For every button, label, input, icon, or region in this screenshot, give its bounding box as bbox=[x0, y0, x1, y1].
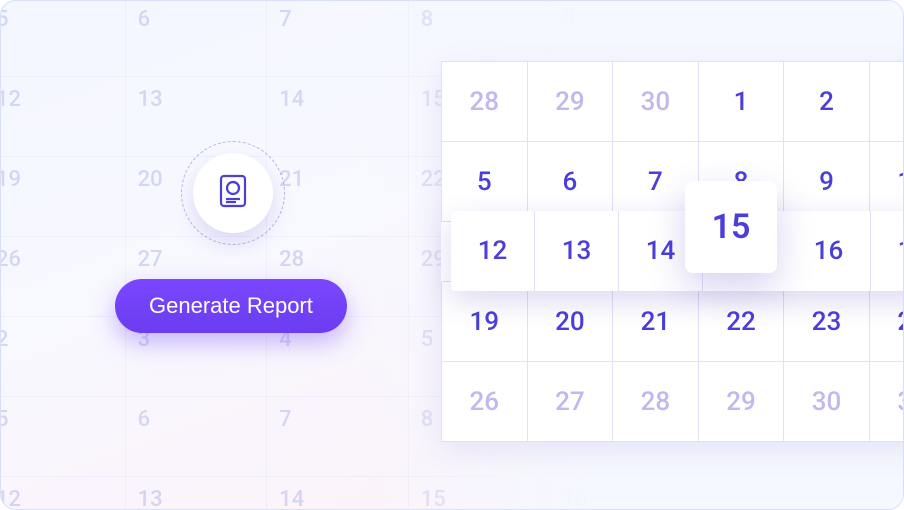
bg-calendar-cell: 13 bbox=[125, 477, 267, 510]
calendar-cell[interactable]: 20 bbox=[527, 282, 613, 362]
bg-calendar-cell: 5 bbox=[0, 397, 125, 477]
calendar-cell[interactable]: 9 bbox=[784, 142, 870, 222]
calendar-cell[interactable]: 21 bbox=[613, 282, 699, 362]
calendar-cell[interactable]: 17 bbox=[871, 211, 904, 291]
calendar-cell[interactable]: 29 bbox=[527, 62, 613, 142]
bg-calendar-cell: 18 bbox=[833, 477, 904, 510]
bg-calendar-cell: 2 bbox=[0, 317, 125, 397]
bg-calendar-cell: 7 bbox=[267, 397, 409, 477]
bg-calendar-cell: 16 bbox=[550, 477, 692, 510]
calendar-cell[interactable]: 2 bbox=[784, 62, 870, 142]
calendar-cell[interactable]: 29 bbox=[698, 362, 784, 442]
bg-calendar-cell: 17 bbox=[691, 477, 833, 510]
calendar-cell[interactable]: 16 bbox=[787, 211, 871, 291]
calendar-cell[interactable]: 28 bbox=[442, 62, 528, 142]
selected-date-value: 15 bbox=[712, 207, 751, 247]
icon-dashed-ring bbox=[181, 141, 285, 245]
calendar-cell[interactable]: 30 bbox=[784, 362, 870, 442]
calendar-cell[interactable]: 6 bbox=[527, 142, 613, 222]
selected-date-chip[interactable]: 15 bbox=[685, 181, 777, 273]
generate-report-label: Generate Report bbox=[149, 293, 313, 318]
calendar-cell[interactable]: 24 bbox=[869, 282, 904, 362]
bg-calendar-cell: 21 bbox=[267, 157, 409, 237]
calendar-cell[interactable]: 30 bbox=[613, 62, 699, 142]
selected-week-row[interactable]: 121314161718 bbox=[451, 211, 904, 291]
calendar-cell[interactable]: 12 bbox=[451, 211, 535, 291]
hero-card: 5678910111213141516171819202122232425262… bbox=[0, 0, 904, 510]
bg-calendar-cell: 26 bbox=[0, 237, 125, 317]
bg-calendar-cell: 15 bbox=[408, 477, 550, 510]
bg-calendar-cell: 6 bbox=[125, 0, 267, 77]
calendar-cell[interactable]: 26 bbox=[442, 362, 528, 442]
report-document-icon bbox=[213, 171, 253, 215]
calendar-cell[interactable]: 31 bbox=[869, 362, 904, 442]
bg-calendar-cell: 14 bbox=[267, 477, 409, 510]
calendar-cell[interactable]: 23 bbox=[784, 282, 870, 362]
calendar-cell[interactable]: 19 bbox=[442, 282, 528, 362]
calendar-cell[interactable]: 1 bbox=[698, 62, 784, 142]
bg-calendar-cell: 12 bbox=[0, 77, 125, 157]
calendar-cell[interactable]: 5 bbox=[442, 142, 528, 222]
calendar-cell[interactable]: 27 bbox=[527, 362, 613, 442]
calendar-cell[interactable]: 13 bbox=[535, 211, 619, 291]
generate-report-button[interactable]: Generate Report bbox=[115, 279, 347, 333]
bg-calendar-cell: 19 bbox=[0, 157, 125, 237]
icon-medallion bbox=[193, 153, 273, 233]
calendar-cell[interactable]: 28 bbox=[613, 362, 699, 442]
calendar-cell[interactable]: 3 bbox=[869, 62, 904, 142]
bg-calendar-cell: 5 bbox=[0, 0, 125, 77]
bg-calendar-cell: 14 bbox=[267, 77, 409, 157]
bg-calendar-cell: 6 bbox=[125, 397, 267, 477]
bg-calendar-cell: 12 bbox=[0, 477, 125, 510]
calendar-cell[interactable]: 10 bbox=[869, 142, 904, 222]
bg-calendar-cell: 7 bbox=[267, 0, 409, 77]
calendar-cell[interactable]: 22 bbox=[698, 282, 784, 362]
